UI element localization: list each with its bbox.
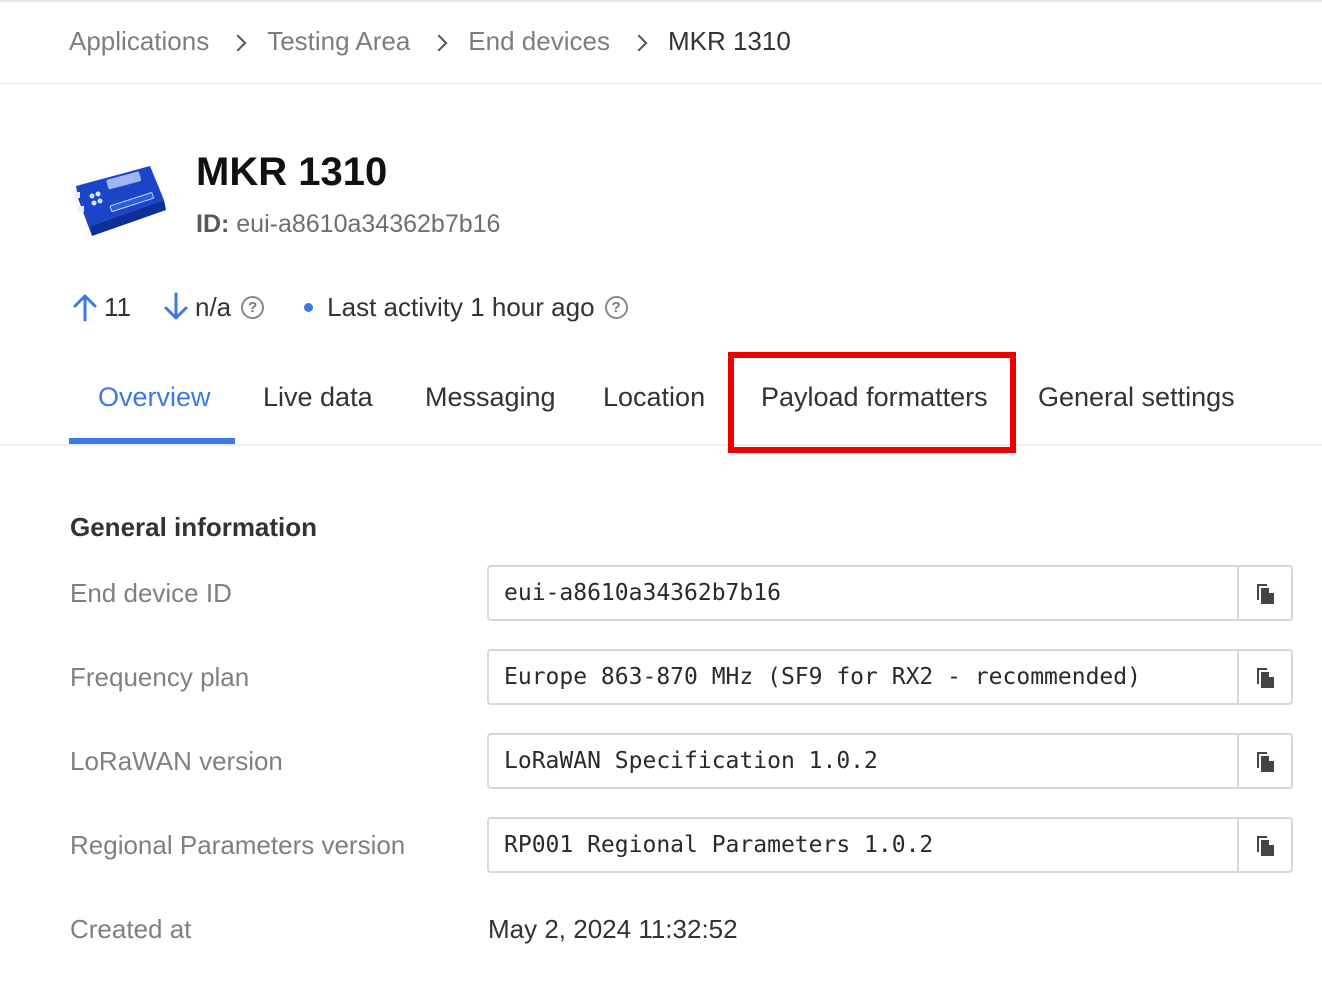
copy-button[interactable]	[1237, 651, 1291, 703]
chevron-right-icon	[430, 34, 448, 51]
breadcrumb-bar: Applications Testing Area End devices MK…	[0, 0, 1322, 84]
lorawan-version-label: LoRaWAN version	[70, 746, 283, 776]
frequency-plan-field: Europe 863-870 MHz (SF9 for RX2 - recomm…	[487, 649, 1293, 705]
end-device-id-label: End device ID	[70, 578, 232, 608]
breadcrumb-applications[interactable]: Applications	[69, 26, 209, 57]
tab-location[interactable]: Location	[603, 382, 705, 413]
uplink-stat: 11	[72, 292, 131, 323]
breadcrumb-end-devices[interactable]: End devices	[468, 26, 610, 57]
chevron-right-icon	[630, 34, 648, 51]
uplink-count: 11	[104, 291, 131, 322]
end-device-id-value[interactable]: eui-a8610a34362b7b16	[489, 567, 1237, 619]
page-title: MKR 1310	[196, 150, 388, 194]
help-icon[interactable]: ?	[241, 295, 265, 319]
arrow-down-icon	[164, 292, 188, 320]
breadcrumb-current: MKR 1310	[667, 26, 791, 56]
regional-params-label: Regional Parameters version	[70, 830, 406, 860]
last-activity-stat: Last activity 1 hour ago ?	[304, 291, 628, 323]
arrow-up-icon	[73, 294, 97, 322]
breadcrumb-testing-area[interactable]: Testing Area	[267, 26, 410, 57]
tab-messaging[interactable]: Messaging	[425, 382, 556, 413]
help-icon[interactable]: ?	[604, 295, 628, 319]
breadcrumb: Applications Testing Area End devices MK…	[69, 26, 791, 57]
chevron-right-icon	[229, 34, 247, 51]
device-id-value: eui-a8610a34362b7b16	[236, 210, 501, 238]
copy-icon	[1257, 668, 1274, 688]
lorawan-version-value[interactable]: LoRaWAN Specification 1.0.2	[489, 735, 1237, 787]
regional-params-value[interactable]: RP001 Regional Parameters 1.0.2	[489, 819, 1237, 871]
created-at-label: Created at	[70, 914, 192, 944]
copy-button[interactable]	[1237, 735, 1291, 787]
regional-params-field: RP001 Regional Parameters 1.0.2	[487, 817, 1293, 873]
tab-payload-formatters[interactable]: Payload formatters	[761, 382, 988, 413]
copy-icon	[1257, 752, 1274, 772]
created-at-value: May 2, 2024 11:32:52	[488, 914, 738, 944]
copy-button[interactable]	[1237, 819, 1291, 871]
section-title: General information	[70, 512, 318, 542]
tab-bar: Overview Live data Messaging Location Pa…	[0, 362, 1322, 446]
downlink-count: n/a	[195, 291, 232, 322]
lorawan-board-icon	[74, 166, 166, 236]
device-id: ID: eui-a8610a34362b7b16	[196, 210, 500, 239]
frequency-plan-label: Frequency plan	[70, 662, 250, 692]
tab-general-settings[interactable]: General settings	[1038, 382, 1235, 413]
downlink-stat: n/a ?	[163, 291, 265, 323]
lorawan-version-field: LoRaWAN Specification 1.0.2	[487, 733, 1293, 789]
copy-icon	[1257, 836, 1274, 856]
tab-overview[interactable]: Overview	[98, 382, 211, 413]
tab-live-data[interactable]: Live data	[263, 382, 373, 413]
end-device-id-field: eui-a8610a34362b7b16	[487, 565, 1293, 621]
active-tab-indicator	[69, 438, 235, 444]
device-id-label: ID:	[196, 210, 230, 238]
copy-button[interactable]	[1237, 567, 1291, 619]
copy-icon	[1257, 584, 1274, 604]
last-activity: Last activity 1 hour ago	[327, 291, 595, 322]
device-stats: 11 n/a ? Last activity 1 hour ago ?	[72, 288, 628, 326]
frequency-plan-value[interactable]: Europe 863-870 MHz (SF9 for RX2 - recomm…	[489, 651, 1237, 703]
status-dot-icon	[304, 302, 314, 312]
